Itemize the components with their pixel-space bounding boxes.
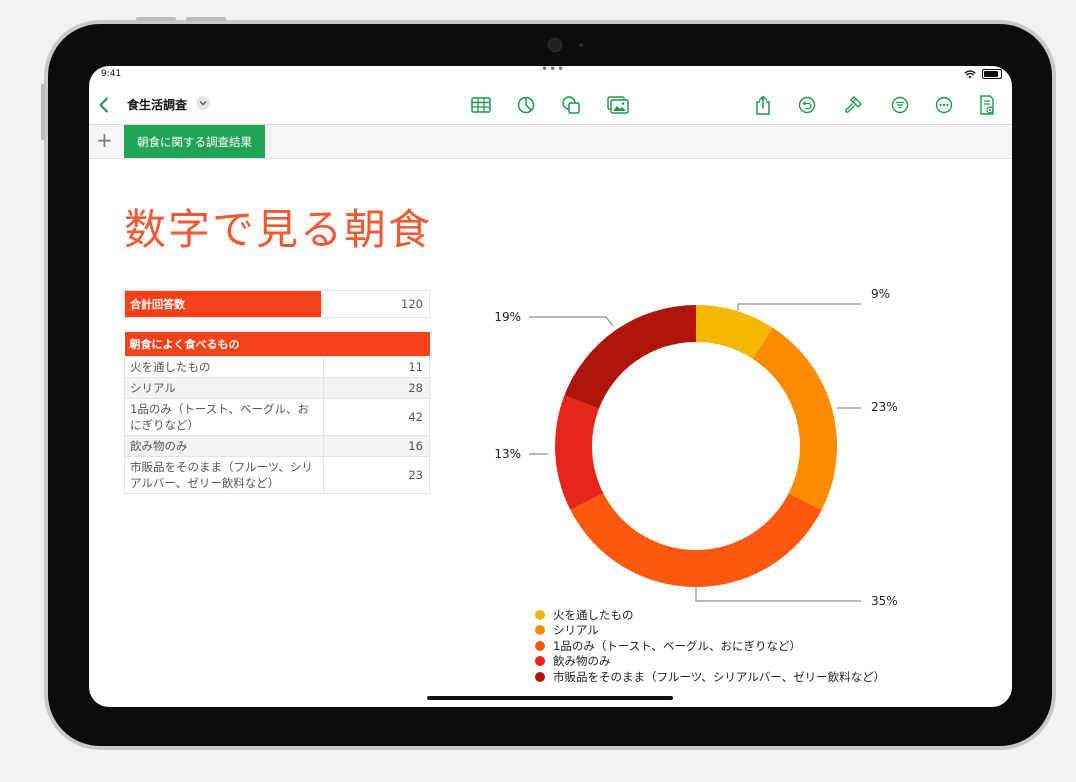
chart-legend: 火を通したもの シリアル 1品のみ（トースト、ベーグル、おにぎりなど） 飲み物のみ 市販… (535, 607, 885, 685)
chart-icon[interactable] (515, 94, 537, 116)
percent-label: 23% (871, 400, 898, 414)
table-icon[interactable] (470, 94, 492, 116)
legend-swatch (535, 656, 545, 667)
table-cell-label[interactable]: 市販品をそのまま（フルーツ、シリアルバー、ゼリー飲料など） (124, 456, 324, 494)
legend-item: 火を通したもの (535, 607, 885, 623)
donut-slice[interactable] (570, 493, 822, 587)
table-cell-value[interactable]: 11 (323, 356, 430, 378)
top-button (186, 17, 226, 21)
legend-label: シリアル (553, 623, 599, 638)
table-row: 飲み物のみ 16 (124, 435, 430, 457)
more-icon[interactable] (933, 94, 955, 116)
table-cell-label[interactable]: 1品のみ（トースト、ベーグル、おにぎりなど） (124, 398, 324, 436)
donut-slice[interactable] (564, 305, 696, 409)
status-time: 9:41 (101, 69, 122, 79)
shape-icon[interactable] (560, 94, 582, 116)
percent-label: 13% (494, 447, 521, 461)
legend-item: シリアル (535, 623, 885, 639)
legend-swatch (535, 609, 545, 620)
undo-icon[interactable] (796, 94, 818, 116)
table-row: 市販品をそのまま（フルーツ、シリアルバー、ゼリー飲料など） 23 (124, 456, 430, 494)
table-cell-label[interactable]: 火を通したもの (124, 356, 324, 378)
wifi-icon (964, 69, 976, 78)
add-sheet-icon[interactable]: + (96, 128, 113, 152)
leader-line (695, 587, 861, 602)
table-cell-value[interactable]: 28 (323, 377, 430, 399)
home-indicator (427, 696, 673, 700)
breakfast-items-table: 朝食によく食べるもの 火を通したもの 11 シリアル 28 1品のみ（トースト、… (124, 332, 430, 494)
total-responses-value[interactable]: 120 (321, 290, 430, 318)
sheet-tab-bar: + 朝食に関する調査結果 (89, 125, 1012, 159)
table-cell-value[interactable]: 23 (323, 456, 430, 494)
organize-icon[interactable] (889, 94, 911, 116)
document-title[interactable]: 食生活調査 (127, 96, 187, 113)
reading-view-icon[interactable] (976, 94, 998, 116)
back-chevron-icon[interactable] (93, 94, 115, 116)
toolbar: 食生活調査 (89, 86, 1012, 125)
percent-label: 19% (494, 310, 521, 324)
total-responses-label[interactable]: 合計回答数 (124, 290, 322, 318)
leader-line (529, 316, 614, 327)
table-cell-label[interactable]: シリアル (124, 377, 324, 399)
donut-slice[interactable] (752, 327, 837, 511)
donut-slice[interactable] (555, 395, 604, 511)
legend-swatch (535, 640, 545, 651)
top-button (136, 17, 176, 21)
donut-chart[interactable]: 9% 23% 35% 13% 19% (489, 286, 929, 606)
page-title: 数字で見る朝食 (124, 205, 433, 254)
table-row: 火を通したもの 11 (124, 356, 430, 378)
leader-line (737, 303, 861, 311)
camera-sensor (579, 43, 583, 47)
legend-swatch (535, 671, 545, 682)
legend-item: 市販品をそのまま（フルーツ、シリアルバー、ゼリー飲料など） (535, 669, 885, 685)
multitasking-dots[interactable]: ••• (541, 66, 565, 76)
table-header[interactable]: 朝食によく食べるもの (124, 332, 430, 357)
table-cell-value[interactable]: 42 (323, 398, 430, 436)
legend-swatch (535, 625, 545, 636)
legend-label: 1品のみ（トースト、ベーグル、おにぎりなど） (553, 638, 802, 653)
table-cell-value[interactable]: 16 (323, 435, 430, 457)
total-responses-table: 合計回答数 120 (124, 290, 430, 318)
front-camera (548, 38, 562, 52)
percent-label: 9% (871, 287, 890, 301)
legend-label: 飲み物のみ (553, 654, 611, 669)
legend-label: 市販品をそのまま（フルーツ、シリアルバー、ゼリー飲料など） (553, 669, 886, 684)
battery-icon (982, 69, 1002, 79)
chevron-down-icon[interactable] (196, 96, 210, 110)
share-icon[interactable] (752, 94, 774, 116)
legend-label: 火を通したもの (553, 607, 634, 622)
media-icon[interactable] (607, 94, 629, 116)
table-row: 1品のみ（トースト、ベーグル、おにぎりなど） 42 (124, 398, 430, 436)
status-indicators (964, 69, 1002, 79)
app-screen: 9:41 ••• 食生活調査 + 朝食に関する調査結果 数字で見る朝食 合計回答… (89, 66, 1012, 707)
format-brush-icon[interactable] (842, 94, 864, 116)
table-row: シリアル 28 (124, 377, 430, 399)
volume-button (41, 84, 45, 140)
legend-item: 1品のみ（トースト、ベーグル、おにぎりなど） (535, 638, 885, 654)
legend-item: 飲み物のみ (535, 654, 885, 670)
tab-breakfast-survey[interactable]: 朝食に関する調査結果 (124, 125, 265, 158)
table-cell-label[interactable]: 飲み物のみ (124, 435, 324, 457)
percent-label: 35% (871, 594, 898, 606)
